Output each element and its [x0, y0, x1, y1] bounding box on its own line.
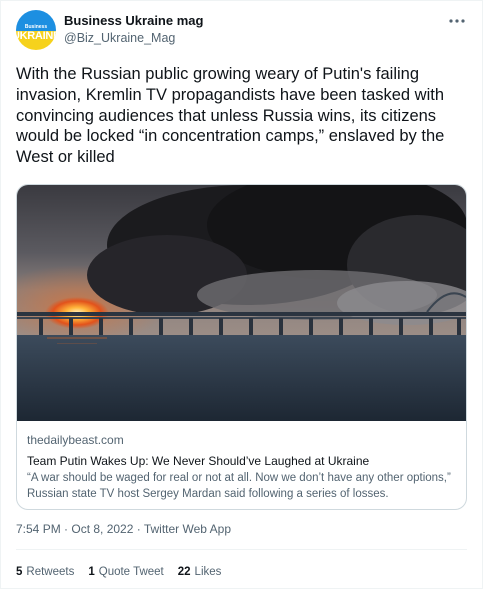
card-description: “A war should be waged for real or not a… — [27, 472, 451, 500]
card-image — [17, 185, 466, 421]
quote-tweets-stat[interactable]: 1 Quote Tweet — [88, 566, 163, 578]
tweet-text: With the Russian public growing weary of… — [16, 65, 445, 167]
divider — [16, 549, 467, 550]
likes-stat[interactable]: 22 Likes — [178, 566, 222, 578]
more-dots-icon — [449, 19, 465, 23]
quote-tweets-count: 1 — [88, 566, 95, 578]
tweet-header: Business UKRAINE Business Ukraine mag @B… — [16, 10, 468, 52]
avatar-logo-text-big: UKRAINE — [16, 30, 56, 42]
card-title[interactable]: Team Putin Wakes Up: We Never Should’ve … — [27, 453, 457, 469]
quote-tweets-label: Quote Tweet — [98, 566, 164, 578]
retweets-label: Retweets — [26, 566, 75, 578]
likes-label: Likes — [194, 566, 222, 578]
tweet-stats: 5 Retweets 1 Quote Tweet 22 Likes — [16, 566, 221, 578]
retweets-count: 5 — [16, 566, 23, 578]
tweet-timestamp[interactable]: 7:54 PM · Oct 8, 2022 · Twitter Web App — [16, 522, 231, 536]
likes-count: 22 — [177, 566, 191, 578]
more-horizontal-icon[interactable] — [446, 12, 468, 30]
author-name[interactable]: Business Ukraine mag — [64, 13, 203, 28]
card-meta: thedailybeast.com Team Putin Wakes Up: W… — [27, 432, 457, 502]
card-domain: thedailybeast.com — [27, 433, 124, 447]
author-handle[interactable]: @Biz_Ukraine_Mag — [64, 31, 175, 45]
link-card[interactable]: thedailybeast.com Team Putin Wakes Up: W… — [16, 184, 467, 510]
retweets-stat[interactable]: 5 Retweets — [16, 566, 74, 578]
avatar[interactable]: Business UKRAINE — [16, 10, 56, 50]
